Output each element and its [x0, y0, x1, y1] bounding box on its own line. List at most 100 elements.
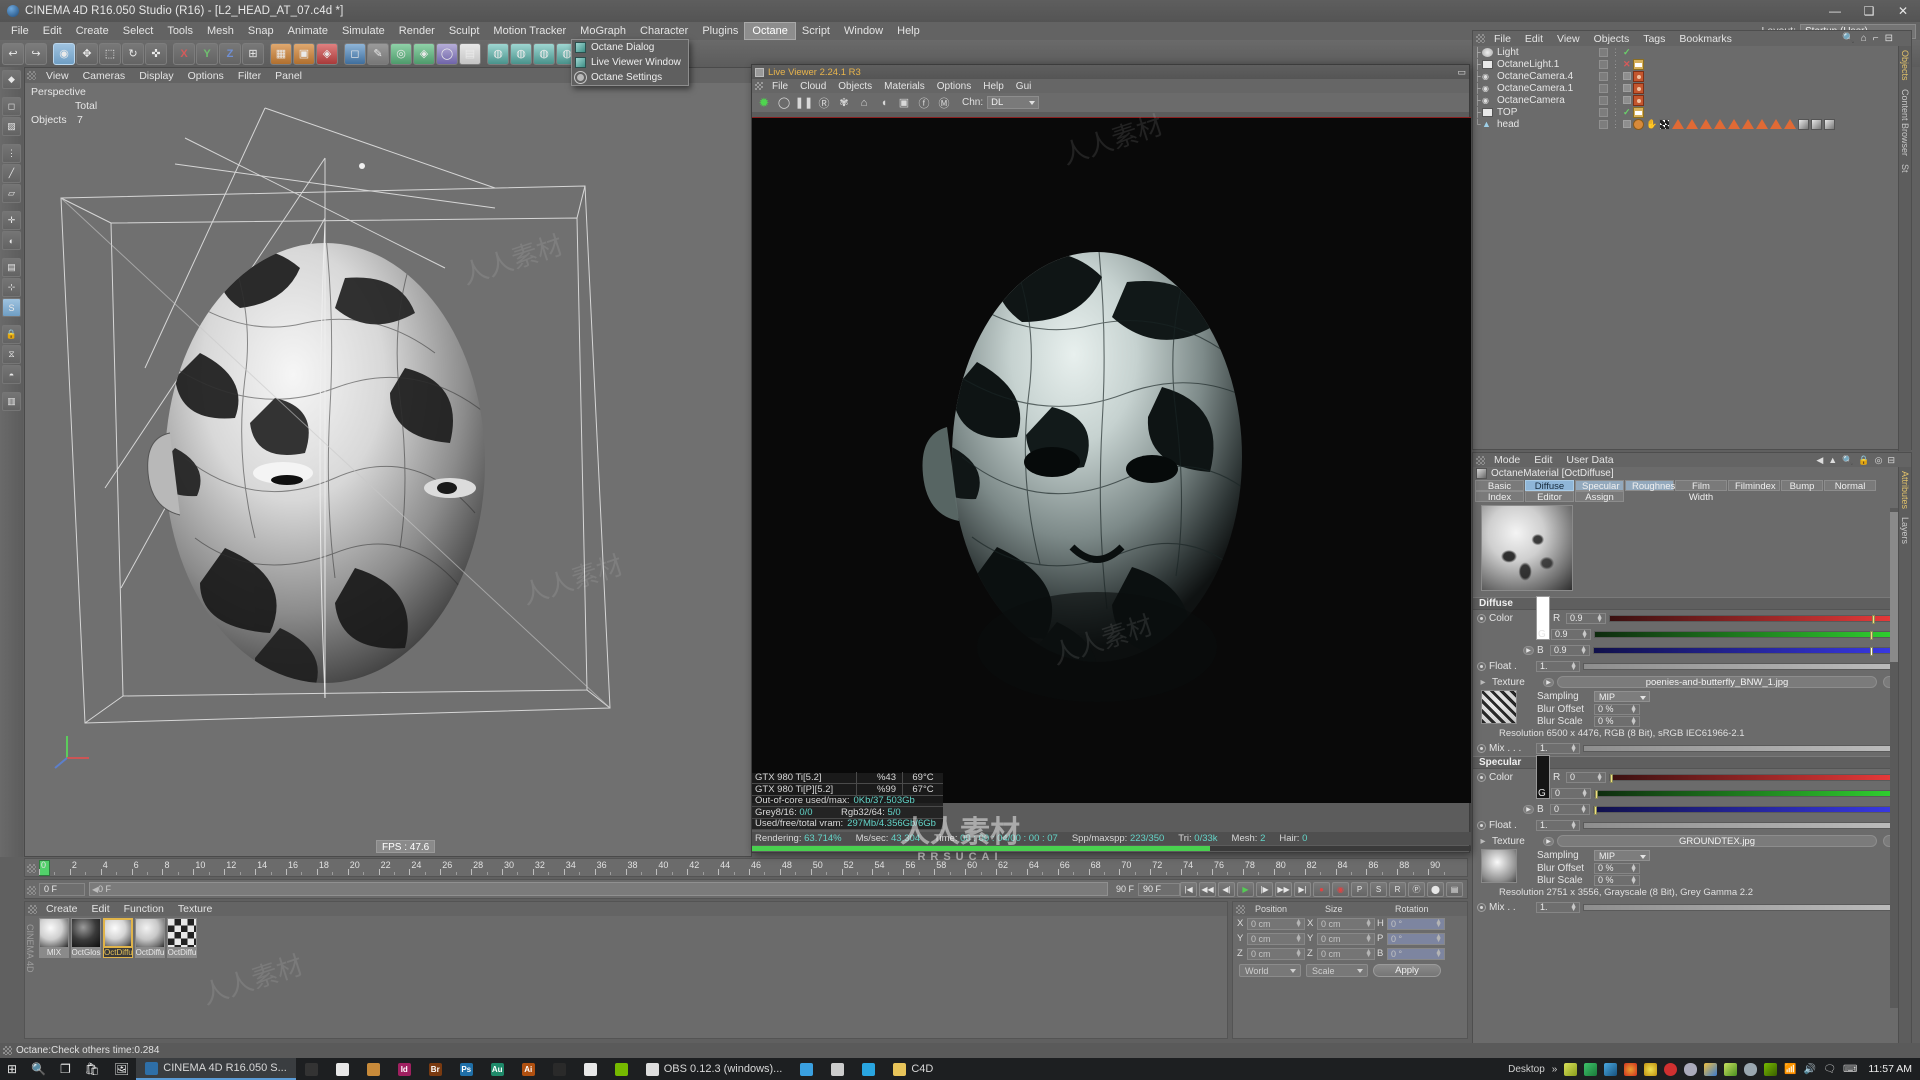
store-icon[interactable]: 🛍 [78, 1058, 107, 1080]
material-ball-icon[interactable]: ◖ [876, 95, 892, 111]
object-tag[interactable] [1728, 119, 1740, 129]
symmetry-button[interactable]: ⧖ [2, 345, 21, 364]
specular-color-expand[interactable]: ▶ [1523, 804, 1534, 814]
octane-menu-octane-dialog[interactable]: Octane Dialog [572, 40, 688, 55]
menu-item-script[interactable]: Script [795, 23, 837, 39]
object-tag[interactable] [1632, 58, 1644, 70]
object-manager-menu-file[interactable]: File [1487, 33, 1518, 45]
menu-item-render[interactable]: Render [392, 23, 442, 39]
visibility-dots[interactable]: ⋮ [1611, 71, 1620, 82]
object-name[interactable]: TOP [1497, 107, 1595, 118]
material-menu-function[interactable]: Function [117, 903, 171, 915]
snap-button[interactable]: ⊹ [2, 278, 21, 297]
diffuse-r-slider[interactable] [1609, 614, 1905, 624]
go-to-start-button[interactable]: |◀ [1180, 881, 1197, 897]
octane-toolbar-2[interactable]: ◍ [510, 42, 532, 65]
timeline-ruler[interactable]: 0 2 4 6 8 10 12 14 16 18 20 22 24 26 28 30 32 34 36 38 40 42 4… [24, 858, 1468, 877]
visibility-dots[interactable]: ⋮ [1611, 83, 1620, 94]
specular-mix-slider[interactable] [1583, 903, 1905, 913]
object-tag[interactable] [1770, 119, 1782, 129]
object-tag[interactable] [1633, 94, 1644, 106]
cloud-icon[interactable] [1744, 1062, 1758, 1076]
material-swatch[interactable]: OctDiffu [135, 918, 165, 958]
rotate-tool[interactable]: ↻ [122, 42, 144, 65]
sync-icon[interactable] [1584, 1062, 1598, 1076]
taskbar-app-bridge-app[interactable]: Br [420, 1058, 451, 1080]
coordinate-field[interactable]: 0 ° ▲ ▼ [1387, 932, 1445, 945]
visibility-dots[interactable]: ⋮ [1611, 119, 1620, 130]
live-viewer-menu-grip[interactable] [755, 82, 763, 90]
nvidia-tray-icon[interactable] [1764, 1062, 1778, 1076]
redo-button[interactable]: ↪ [25, 42, 47, 65]
taskbar-app-skype[interactable] [853, 1058, 884, 1080]
specular-r-slider[interactable] [1609, 773, 1905, 783]
material-picker-icon[interactable]: Ⓜ [936, 95, 952, 111]
x-axis-toggle[interactable]: X [173, 42, 195, 65]
lock-button[interactable]: 🔒 [2, 325, 21, 344]
enable-axis-button[interactable]: ✛ [2, 211, 21, 230]
red-target-icon[interactable] [1664, 1062, 1678, 1076]
menu-item-animate[interactable]: Animate [281, 23, 335, 39]
visibility-state[interactable] [1623, 96, 1631, 104]
specular-float-field[interactable]: 1. ▲ ▼ [1536, 819, 1580, 831]
step-back-button[interactable]: ◀| [1218, 881, 1235, 897]
object-name[interactable]: OctaneCamera.4 [1497, 71, 1595, 82]
action-center-icon[interactable]: 🗨 [1823, 1064, 1836, 1075]
frame-range-track[interactable]: ◀ 0 F [89, 882, 1108, 896]
specular-b-slider[interactable] [1593, 805, 1905, 815]
polygon-mode-button[interactable]: ▱ [2, 184, 21, 203]
layer-checkbox[interactable] [1599, 71, 1608, 81]
render-region-button[interactable]: ▣ [293, 42, 315, 65]
live-viewer-menu-help[interactable]: Help [977, 81, 1010, 92]
octane-toolbar-3[interactable]: ◍ [533, 42, 555, 65]
taskbar-app-nvidia[interactable] [606, 1058, 637, 1080]
specular-blurscale-field[interactable]: 0 % ▲ ▼ [1594, 874, 1640, 886]
layer-checkbox[interactable] [1599, 83, 1608, 93]
object-tag[interactable] [1633, 82, 1644, 94]
move-tool[interactable]: ✥ [76, 42, 98, 65]
spline-pen-button[interactable]: ✎ [367, 42, 389, 65]
object-row[interactable]: ├ Light ⋮ ✓ [1473, 46, 1911, 58]
autokey-button[interactable]: ◉ [1332, 881, 1349, 897]
coordinate-field[interactable]: 0 cm ▲ ▼ [1247, 947, 1305, 960]
object-tag[interactable] [1632, 106, 1644, 118]
diffuse-bluroffset-field[interactable]: 0 % ▲ ▼ [1594, 703, 1640, 715]
tab-specular[interactable]: Specular [1575, 480, 1624, 492]
object-manager-grip[interactable] [1476, 34, 1485, 43]
object-tag[interactable] [1659, 118, 1670, 130]
object-tag[interactable] [1742, 119, 1754, 129]
object-row[interactable]: └ ▲ head ⋮ ✋ [1473, 118, 1911, 130]
layer-checkbox[interactable] [1599, 95, 1608, 105]
octane-menu-octane-settings[interactable]: Octane Settings [572, 70, 688, 85]
object-tag[interactable] [1686, 119, 1698, 129]
cube-primitive-button[interactable]: ◻ [344, 42, 366, 65]
taskbar-app-chrome[interactable] [327, 1058, 358, 1080]
timeline-options-button[interactable]: ▤ [1446, 881, 1463, 897]
tab-normal[interactable]: Normal [1824, 480, 1876, 492]
generator-button[interactable]: ◎ [390, 42, 412, 65]
coordinate-field[interactable]: 0 cm ▲ ▼ [1247, 917, 1305, 930]
dropbox-icon[interactable] [1564, 1062, 1578, 1076]
diffuse-g-slider[interactable] [1594, 630, 1905, 640]
object-tag[interactable] [1714, 119, 1726, 129]
side-tab-layers[interactable]: Layers [1899, 513, 1911, 548]
sculpt-button[interactable]: ◓ [2, 365, 21, 384]
settings-icon[interactable]: ✾ [836, 95, 852, 111]
side-tab-content-browser[interactable]: Content Browser [1899, 85, 1911, 160]
material-swatch[interactable]: MIX [39, 918, 69, 958]
key-param-button[interactable]: Ⓟ [1408, 881, 1425, 897]
menu-item-motion-tracker[interactable]: Motion Tracker [486, 23, 573, 39]
diffuse-float-field[interactable]: 1. ▲ ▼ [1536, 660, 1580, 672]
viewport-menu-grip[interactable] [27, 71, 36, 80]
object-manager-tree[interactable]: ├ Light ⋮ ✓ ├ OctaneLight.1 ⋮ ✕ ├ ◉ OctaneCamera.4… [1473, 46, 1911, 449]
back-arrow-icon[interactable]: ◀ [1816, 455, 1823, 466]
step-forward-button[interactable]: |▶ [1256, 881, 1273, 897]
live-viewer-render-canvas[interactable] [752, 117, 1471, 803]
specular-bluroffset-field[interactable]: 0 % ▲ ▼ [1594, 862, 1640, 874]
point-mode-button[interactable]: ⋮ [2, 144, 21, 163]
coordinate-field[interactable]: 0 ° ▲ ▼ [1387, 917, 1445, 930]
render-start-icon[interactable]: ✹ [756, 95, 772, 111]
viewport-menu-panel[interactable]: Panel [268, 70, 309, 82]
visibility-state[interactable]: ✓ [1623, 107, 1631, 118]
diffuse-float-radio[interactable] [1477, 661, 1486, 671]
